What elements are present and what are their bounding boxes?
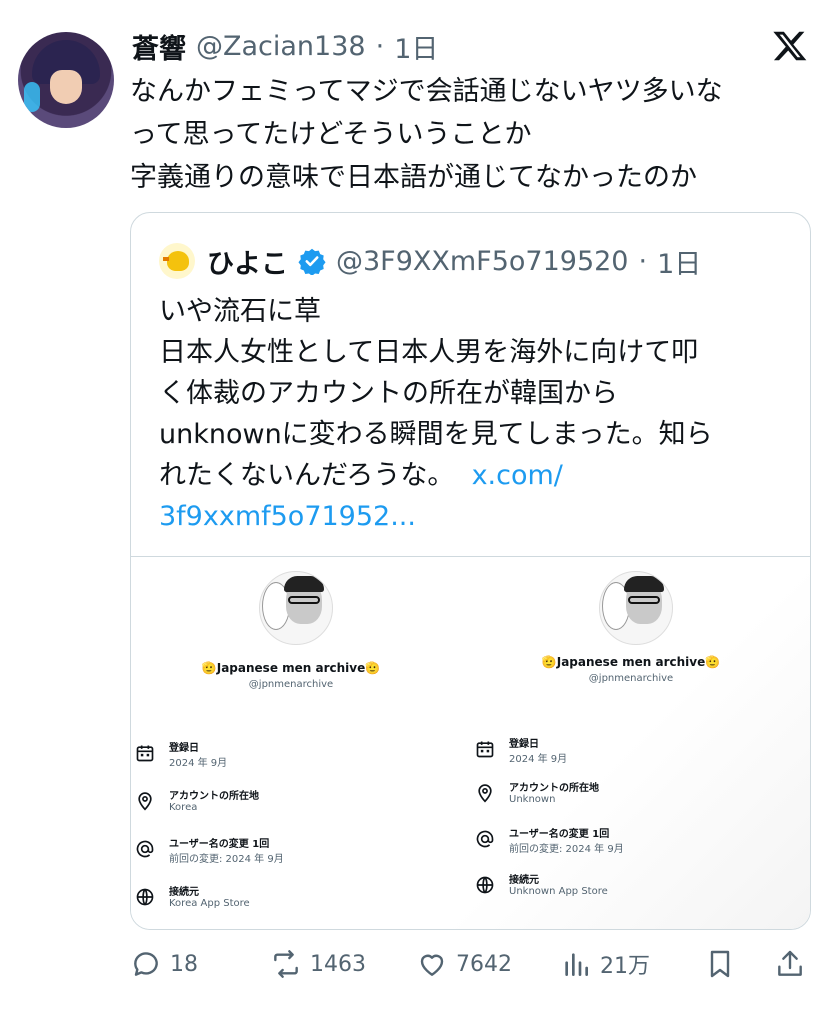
- attached-image[interactable]: 🫡Japanese men archive🫡 @jpnmenarchive 登録…: [131, 556, 810, 929]
- info-row-connected-via: 接続元 Korea App Store: [131, 883, 451, 923]
- quoted-tweet-header: ひよこ @3F9XXmF5o719520 · 1日: [207, 241, 701, 281]
- profile-panel-before: 🫡Japanese men archive🫡 @jpnmenarchive 登録…: [131, 557, 451, 929]
- views-count: 21万: [600, 954, 650, 979]
- at-sign-icon: [476, 830, 494, 848]
- location-pin-icon: [478, 784, 492, 803]
- share-button[interactable]: [774, 944, 806, 984]
- bookmark-button[interactable]: [704, 944, 736, 984]
- quoted-line: 日本人女性として日本人男を海外に向けて叩: [159, 337, 699, 368]
- views-icon: [565, 953, 588, 976]
- separator-dot: ·: [638, 245, 648, 277]
- info-value: 2024 年 9月: [169, 758, 228, 769]
- info-title: アカウントの所在地: [509, 783, 599, 794]
- tweet-line: って思ってたけどそういうことか: [130, 119, 532, 150]
- tweet-line: なんかフェミってマジで会話通じないヤツ多いな: [130, 76, 723, 107]
- info-value: Unknown: [509, 794, 556, 805]
- info-row-username-change: ユーザー名の変更 1回 前回の変更: 2024 年 9月: [131, 835, 451, 875]
- author-name[interactable]: 蒼響: [132, 27, 186, 66]
- quoted-line: いや流石に草: [159, 296, 321, 327]
- info-title: ユーザー名の変更 1回: [509, 829, 610, 840]
- profile-name: 🫡Japanese men archive🫡: [541, 655, 721, 669]
- reply-icon: [134, 952, 158, 976]
- info-title: 接続元: [509, 875, 539, 886]
- info-title: ユーザー名の変更 1回: [169, 839, 270, 850]
- info-row-location: アカウントの所在地 Korea: [131, 787, 451, 827]
- info-title: 登録日: [509, 739, 539, 750]
- reply-button[interactable]: 18: [130, 944, 198, 984]
- location-pin-icon: [138, 792, 152, 811]
- tweet-header: 蒼響 @Zacian138 · 1日: [132, 27, 438, 66]
- profile-panel-after: 🫡Japanese men archive🫡 @jpnmenarchive 登録…: [471, 557, 791, 929]
- views-button[interactable]: 21万: [560, 944, 650, 984]
- quoted-tweet-time[interactable]: 1日: [657, 242, 701, 281]
- like-icon: [420, 954, 444, 976]
- at-sign-icon: [136, 840, 154, 858]
- bookmark-icon: [710, 950, 730, 978]
- separator-dot: ·: [375, 30, 385, 62]
- info-title: 接続元: [169, 887, 199, 898]
- info-value: Unknown App Store: [509, 886, 608, 897]
- author-avatar[interactable]: [18, 32, 114, 128]
- tweet-line: 字義通りの意味で日本語が通じてなかったのか: [130, 162, 697, 193]
- profile-name: 🫡Japanese men archive🫡: [201, 661, 381, 675]
- repost-icon: [274, 950, 298, 978]
- repost-count: 1463: [310, 951, 366, 977]
- quoted-tweet-card[interactable]: ひよこ @3F9XXmF5o719520 · 1日 いや流石に草 日本人女性とし…: [130, 212, 811, 930]
- info-row-joined: 登録日 2024 年 9月: [471, 735, 791, 775]
- quoted-author-name[interactable]: ひよこ: [207, 242, 288, 281]
- quoted-line: く体裁のアカウントの所在が韓国から: [159, 378, 618, 409]
- info-row-connected-via: 接続元 Unknown App Store: [471, 871, 791, 911]
- profile-handle: @jpnmenarchive: [248, 679, 334, 690]
- info-value: Korea: [169, 802, 198, 813]
- info-value: 2024 年 9月: [509, 754, 568, 765]
- reply-count: 18: [170, 951, 198, 977]
- info-value: 前回の変更: 2024 年 9月: [169, 854, 284, 865]
- info-value: 前回の変更: 2024 年 9月: [509, 844, 624, 855]
- tweet-text: なんかフェミってマジで会話通じないヤツ多いな って思ってたけどそういうことか 字…: [130, 70, 810, 199]
- quoted-link[interactable]: x.com/: [472, 460, 563, 491]
- like-count: 7642: [456, 951, 512, 977]
- x-logo-icon: [773, 31, 807, 61]
- profile-avatar: [599, 571, 673, 645]
- quoted-tweet-text: いや流石に草 日本人女性として日本人男を海外に向けて叩 く体裁のアカウントの所在…: [159, 291, 789, 537]
- info-row-username-change: ユーザー名の変更 1回 前回の変更: 2024 年 9月: [471, 825, 791, 865]
- quoted-line: れたくないんだろうな。 x.com/: [159, 455, 789, 496]
- author-handle[interactable]: @Zacian138: [196, 31, 366, 62]
- tweet-time[interactable]: 1日: [394, 27, 438, 66]
- info-title: 登録日: [169, 743, 199, 754]
- verified-badge-icon: [298, 248, 326, 275]
- info-row-joined: 登録日 2024 年 9月: [131, 739, 451, 779]
- calendar-icon: [136, 745, 154, 762]
- quoted-author-avatar[interactable]: [159, 243, 195, 279]
- like-button[interactable]: 7642: [416, 944, 512, 984]
- globe-icon: [476, 876, 494, 894]
- calendar-icon: [476, 741, 494, 758]
- share-icon: [778, 950, 802, 976]
- quoted-line-text: れたくないんだろうな。: [159, 460, 455, 491]
- quoted-link-continued[interactable]: 3f9xxmf5o71952...: [159, 496, 789, 537]
- info-title: アカウントの所在地: [169, 791, 259, 802]
- tweet-action-bar: 18 1463 7642 21万: [130, 944, 810, 984]
- repost-button[interactable]: 1463: [270, 944, 366, 984]
- info-value: Korea App Store: [169, 898, 250, 909]
- profile-avatar: [259, 571, 333, 645]
- quoted-line: unknownに変わる瞬間を見てしまった。知ら: [159, 419, 713, 450]
- quoted-author-handle[interactable]: @3F9XXmF5o719520: [336, 246, 628, 277]
- globe-icon: [136, 888, 154, 906]
- profile-handle: @jpnmenarchive: [588, 673, 674, 684]
- info-row-location: アカウントの所在地 Unknown: [471, 779, 791, 819]
